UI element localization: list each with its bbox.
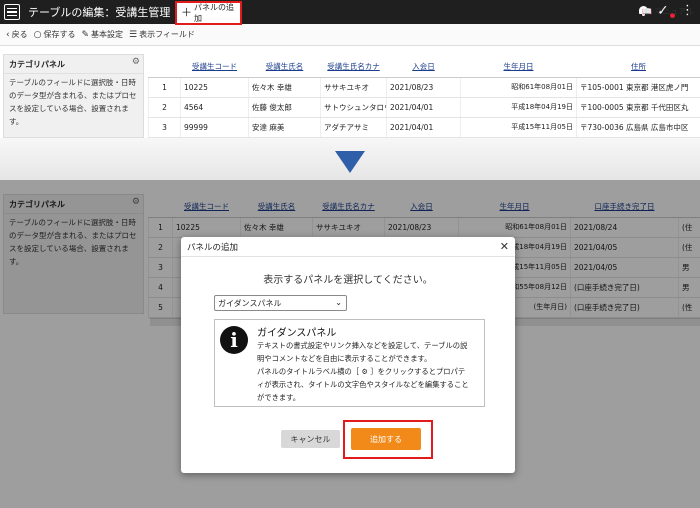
guidance-description-box: i ガイダンスパネル テキストの書式設定やリンク挿入などを設定して、テーブルの説… — [214, 319, 485, 407]
column-header[interactable]: 受講生氏名 — [248, 57, 321, 78]
category-panel-title: カテゴリパネル — [4, 58, 143, 74]
back-button[interactable]: ‹ 戻る — [6, 29, 28, 40]
table-cell: サトウシュンタロウ — [320, 97, 387, 118]
table-cell: ササキユキオ — [320, 77, 387, 98]
table-cell: 99999 — [180, 117, 249, 138]
chevron-down-icon: ⌄ — [335, 298, 342, 307]
circle-icon: ○ — [33, 29, 42, 40]
table-row[interactable]: 3 99999 安達 麻美 アダチアサミ 2021/04/01 平成15年11月… — [148, 117, 700, 138]
cancel-button[interactable]: キャンセル — [281, 430, 340, 448]
column-header[interactable]: 住所 — [576, 57, 700, 78]
add-panel-dialog: パネルの追加 ✕ 表示するパネルを選択してください。 ガイダンスパネル ⌄ i … — [181, 237, 515, 473]
basic-settings-label: 基本設定 — [91, 30, 124, 39]
table-cell: 平成18年04月19日 — [460, 97, 577, 118]
dialog-title: パネルの追加 — [181, 237, 515, 257]
column-header[interactable]: 生年月日 — [460, 57, 577, 78]
column-header[interactable]: 受講生氏名カナ — [320, 57, 387, 78]
panel-type-select[interactable]: ガイダンスパネル ⌄ — [214, 295, 347, 311]
dialog-prompt: 表示するパネルを選択してください。 — [263, 275, 433, 286]
close-icon[interactable]: ✕ — [500, 240, 509, 253]
table-cell: 〒105-0001 東京都 港区虎ノ門 — [576, 77, 700, 98]
category-panel-line-3: スを設定している場合、設置されま — [9, 104, 129, 113]
table-cell: 佐藤 俊太郎 — [248, 97, 321, 118]
basic-settings-button[interactable]: ✎ 基本設定 — [81, 29, 123, 40]
category-panel-line-4: す。 — [9, 117, 24, 126]
row-number: 1 — [148, 77, 181, 98]
chevron-left-icon: ‹ — [6, 29, 10, 40]
add-button[interactable]: 追加する — [351, 428, 421, 450]
column-header[interactable]: 入会日 — [386, 57, 461, 78]
save-label: 保存する — [43, 30, 76, 39]
table-header — [148, 57, 181, 78]
toolbar: ‹ 戻る ○ 保存する ✎ 基本設定 ☰ 表示フィールド — [0, 24, 700, 46]
step-divider — [0, 138, 700, 180]
app-bar: テーブルの編集：受講生管理 ✓ ⋮ — [0, 0, 700, 24]
display-fields-label: 表示フィールド — [139, 30, 195, 39]
guidance-line-1: テキストの書式設定やリンク挿入などを設定して、テーブルの説 — [257, 341, 468, 350]
table-cell: 昭和61年08月01日 — [460, 77, 577, 98]
table-cell: 平成15年11月05日 — [460, 117, 577, 138]
table-cell: 2021/04/01 — [386, 97, 461, 118]
gear-icon[interactable]: ⚙ — [132, 56, 140, 69]
list-icon: ☰ — [129, 29, 138, 40]
upper-data-table: 受講生コード 受講生氏名 受講生氏名カナ 入会日 生年月日 住所 1 10225… — [148, 57, 700, 138]
row-number: 2 — [148, 97, 181, 118]
add-panel-label: パネルの追加 — [194, 3, 234, 23]
manual-label: マニュアル — [654, 7, 694, 16]
table-cell: 4564 — [180, 97, 249, 118]
guidance-description: テキストの書式設定やリンク挿入などを設定して、テーブルの説 明やコメントなどを自… — [257, 339, 483, 404]
back-label: 戻る — [11, 30, 28, 39]
table-cell: 2021/04/01 — [386, 117, 461, 138]
table-cell: 2021/08/23 — [386, 77, 461, 98]
guidance-line-4: ィが表示され、タイトルの文字色やスタイルなどを編集すること — [257, 380, 469, 389]
page-title: テーブルの編集：受講生管理 — [28, 6, 171, 19]
table-cell: アダチアサミ — [320, 117, 387, 138]
guidance-line-2: 明やコメントなどを自由に表示することができます。 — [257, 354, 432, 363]
table-cell: 佐々木 幸雄 — [248, 77, 321, 98]
column-header[interactable]: 受講生コード — [180, 57, 249, 78]
row-number: 3 — [148, 117, 181, 138]
category-panel-line-2: のデータ型が含まれる、またはプロセ — [9, 91, 137, 100]
table-cell: 安達 麻美 — [248, 117, 321, 138]
display-fields-button[interactable]: ☰ 表示フィールド — [129, 29, 195, 40]
pencil-icon: ✎ — [81, 29, 90, 40]
table-cell: 10225 — [180, 77, 249, 98]
add-panel-button[interactable]: ＋ パネルの追加 — [175, 1, 242, 25]
info-icon: i — [220, 326, 248, 354]
guidance-line-3: パネルのタイトルラベル横の［ ⚙ ］をクリックするとプロパテ — [257, 367, 466, 376]
table-cell: 〒100-0005 東京都 千代田区丸 — [576, 97, 700, 118]
guidance-title: ガイダンスパネル — [257, 328, 337, 339]
menu-icon[interactable] — [4, 4, 20, 20]
category-panel: カテゴリパネル ⚙ テーブルのフィールドに選択肢・日時 のデータ型が含まれる、ま… — [3, 54, 144, 138]
book-icon: 📖 — [642, 7, 653, 16]
category-panel-line-1: テーブルのフィールドに選択肢・日時 — [9, 78, 136, 87]
guidance-line-5: ができます。 — [257, 393, 301, 402]
save-button[interactable]: ○ 保存する — [34, 29, 76, 40]
panel-type-selected: ガイダンスパネル — [218, 298, 282, 308]
down-arrow-icon — [335, 151, 365, 173]
table-cell: 〒730-0036 広島県 広島市中区 — [576, 117, 700, 138]
table-row[interactable]: 2 4564 佐藤 俊太郎 サトウシュンタロウ 2021/04/01 平成18年… — [148, 97, 700, 118]
table-row[interactable]: 1 10225 佐々木 幸雄 ササキユキオ 2021/08/23 昭和61年08… — [148, 77, 700, 98]
plus-icon: ＋ — [181, 6, 192, 19]
manual-link[interactable]: 📖 マニュアル — [642, 6, 694, 17]
